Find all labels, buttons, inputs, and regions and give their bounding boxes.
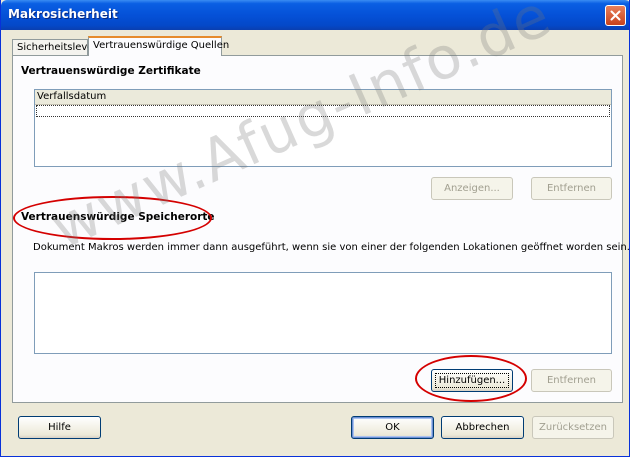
help-button[interactable]: Hilfe <box>18 416 101 439</box>
column-header-verfallsdatum[interactable]: Verfallsdatum <box>35 90 611 105</box>
close-icon <box>610 10 621 21</box>
highlight-ellipse-locations-title <box>13 196 212 240</box>
highlight-ellipse-add-button <box>415 355 527 402</box>
remove-location-label: Entfernen <box>546 375 596 386</box>
view-certificate-button[interactable]: Anzeigen... <box>431 177 513 200</box>
view-certificate-label: Anzeigen... <box>444 183 500 194</box>
close-button[interactable] <box>605 5 626 26</box>
cancel-button[interactable]: Abbrechen <box>441 416 524 439</box>
remove-location-button[interactable]: Entfernen <box>531 369 612 392</box>
locations-description: Dokument Makros werden immer dann ausgef… <box>33 242 630 253</box>
remove-certificate-button[interactable]: Entfernen <box>531 177 612 200</box>
remove-certificate-label: Entfernen <box>546 183 596 194</box>
tab-sicherheitslevel[interactable]: Sicherheitslevel <box>12 39 96 56</box>
certificates-list[interactable]: Verfallsdatum <box>34 89 612 167</box>
cancel-label: Abbrechen <box>455 422 510 433</box>
help-label: Hilfe <box>48 422 71 433</box>
reset-label: Zurücksetzen <box>539 422 607 433</box>
reset-button[interactable]: Zurücksetzen <box>532 416 614 439</box>
list-focus-row <box>36 105 610 117</box>
certificates-section-title: Vertrauenswürdige Zertifikate <box>21 65 201 77</box>
ok-label: OK <box>385 422 400 433</box>
ok-button[interactable]: OK <box>351 416 434 439</box>
tab-vertrauenswuerdige-quellen[interactable]: Vertrauenswürdige Quellen <box>88 36 229 56</box>
title-bar[interactable]: Makrosicherheit <box>1 0 629 30</box>
dialog-footer: Hilfe OK Abbrechen Zurücksetzen <box>1 404 629 456</box>
tab-panel: Vertrauenswürdige Zertifikate Verfallsda… <box>12 55 629 403</box>
macro-security-dialog: Makrosicherheit Sicherheitslevel Vertrau… <box>0 0 630 457</box>
window-title: Makrosicherheit <box>8 7 118 21</box>
locations-list[interactable] <box>34 272 612 354</box>
